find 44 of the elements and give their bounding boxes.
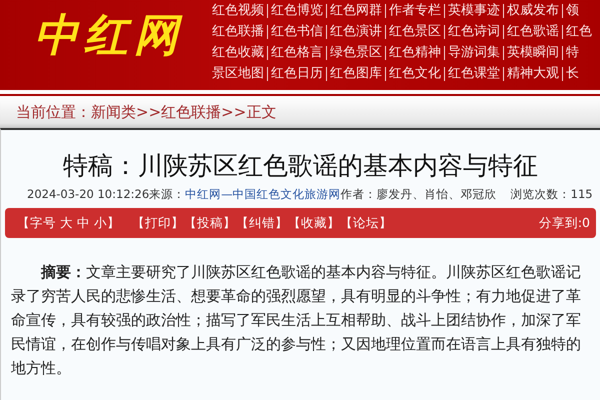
nav-link[interactable]: 红色日历 bbox=[269, 64, 325, 82]
nav-link[interactable]: 景区地图 bbox=[210, 64, 266, 82]
nav-link[interactable]: 红色歌谣 bbox=[505, 22, 561, 40]
article-title: 特稿：川陕苏区红色歌谣的基本内容与特征 bbox=[62, 150, 539, 182]
nav-link[interactable]: 红色 bbox=[564, 22, 594, 40]
nav-link[interactable]: 英模瞬间 bbox=[505, 44, 561, 62]
nav-link[interactable]: 红色书信 bbox=[269, 22, 325, 40]
nav-link[interactable]: 红色收藏 bbox=[210, 44, 266, 62]
nav-link[interactable]: 红色精神 bbox=[387, 44, 443, 62]
nav-link[interactable]: 领 bbox=[564, 2, 581, 20]
source-label: 来源： bbox=[149, 186, 186, 202]
nav-link[interactable]: 导游词集 bbox=[446, 44, 502, 62]
nav-link[interactable]: 长 bbox=[564, 64, 581, 82]
nav-link[interactable]: 红色博览 bbox=[269, 2, 325, 20]
abstract-paragraph: 摘要：文章主要研究了川陕苏区红色歌谣的基本内容与特征。川陕苏区红色歌谣记录了穷苦人民的悲惨生活、想要革命的强烈愿望，具有明显的斗争性；有力地促进了革命宣传，具有较强的政治性；描写了军民生活上互相帮助、战斗上团结协作，加深了军民情谊，在创作与传唱对象上具有广泛的参与性；又因地理位置而在语言上具有独特的地方性。 bbox=[11, 262, 582, 379]
nav-link[interactable]: 权威发布 bbox=[505, 2, 561, 20]
nav-link[interactable]: 红色课堂 bbox=[446, 64, 502, 82]
author-text: 作者：廖发丹、肖怡、邓冠欣 bbox=[340, 186, 497, 202]
nav-link[interactable]: 红色网群 bbox=[328, 2, 384, 20]
nav-link[interactable]: 红色格言 bbox=[269, 44, 325, 62]
nav-link[interactable]: 红色视频 bbox=[210, 2, 266, 20]
site-logo[interactable]: 中红网 bbox=[0, 0, 210, 70]
toolbar-link[interactable]: 【打印】 bbox=[132, 214, 184, 232]
toolbar-link[interactable]: 【字号 大 中 小】 bbox=[17, 214, 120, 232]
nav-link[interactable]: 精神大观 bbox=[505, 64, 561, 82]
nav-link[interactable]: 红色诗词 bbox=[446, 22, 502, 40]
view-count: 浏览次数：115 bbox=[510, 186, 593, 202]
source-link[interactable]: 中红网—中国红色文化旅游网 bbox=[185, 186, 341, 202]
toolbar-link[interactable]: 【投稿】 bbox=[184, 214, 236, 232]
share-link[interactable]: 分享到:0 bbox=[538, 214, 590, 232]
nav-link[interactable]: 红色联播 bbox=[210, 22, 266, 40]
toolbar-link[interactable]: 【论坛】 bbox=[340, 214, 392, 232]
toolbar-link[interactable]: 【收藏】 bbox=[288, 214, 340, 232]
nav-link[interactable]: 红色图库 bbox=[328, 64, 384, 82]
nav-link[interactable]: 英模事迹 bbox=[446, 2, 502, 20]
nav-link[interactable]: 红色演讲 bbox=[328, 22, 384, 40]
publish-date: 2024-03-20 10:12:26 bbox=[27, 186, 150, 202]
nav-link[interactable]: 红色景区 bbox=[387, 22, 443, 40]
nav-link[interactable]: 红色文化 bbox=[387, 64, 443, 82]
breadcrumb: 当前位置：新闻类>>红色联播>>正文 bbox=[16, 102, 276, 122]
toolbar-link[interactable]: 【纠错】 bbox=[236, 214, 288, 232]
nav-link[interactable]: 绿色景区 bbox=[328, 44, 384, 62]
nav-link[interactable]: 特 bbox=[564, 44, 581, 62]
nav-link[interactable]: 作者专栏 bbox=[387, 2, 443, 20]
